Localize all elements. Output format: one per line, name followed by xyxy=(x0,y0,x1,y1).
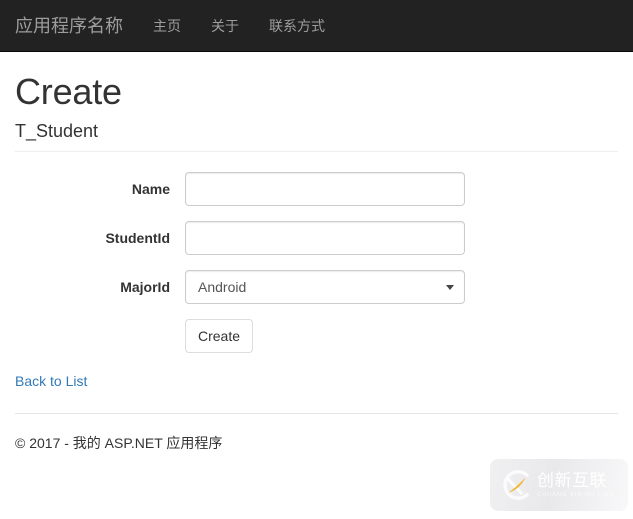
form-group-majorid: MajorId Android xyxy=(15,270,618,305)
back-link-wrapper: Back to List xyxy=(15,371,618,391)
field-col-majorid: Android xyxy=(185,270,465,305)
submit-col: Create xyxy=(185,319,254,354)
majorid-select[interactable]: Android xyxy=(185,270,465,305)
studentid-input[interactable] xyxy=(185,221,465,256)
watermark-logo: 创新互联 CHUANG XIN HU LIAN xyxy=(490,459,628,511)
nav-link-contact[interactable]: 联系方式 xyxy=(254,0,340,52)
header-divider xyxy=(15,151,618,153)
watermark-en-text: CHUANG XIN HU LIAN xyxy=(537,491,615,498)
form-group-studentid: StudentId xyxy=(15,221,618,256)
nav-link-home[interactable]: 主页 xyxy=(138,0,196,52)
create-student-form: Name StudentId MajorId Android Create xyxy=(15,172,618,354)
footer-copyright: © 2017 - 我的 ASP.NET 应用程序 xyxy=(15,435,223,452)
page-title: Create xyxy=(15,71,122,112)
watermark-cn-text: 创新互联 xyxy=(537,470,607,491)
page-subtitle: T_Student xyxy=(15,120,99,141)
majorid-select-wrapper: Android xyxy=(185,270,465,305)
field-col-name xyxy=(185,172,465,207)
watermark-text: 创新互联 CHUANG XIN HU LIAN xyxy=(537,470,615,499)
nav-link-about[interactable]: 关于 xyxy=(196,0,254,52)
form-group-name: Name xyxy=(15,172,618,207)
label-studentid: StudentId xyxy=(105,230,170,247)
navbar-menu: 主页 关于 联系方式 xyxy=(138,0,340,52)
label-name: Name xyxy=(131,181,170,198)
navbar-brand[interactable]: 应用程序名称 xyxy=(15,16,138,36)
form-group-submit: Create xyxy=(15,319,618,354)
back-to-list-link[interactable]: Back to List xyxy=(15,373,87,389)
nav-item-contact: 联系方式 xyxy=(254,0,340,52)
name-input[interactable] xyxy=(185,172,465,207)
main-container: Create T_Student Name StudentId MajorId … xyxy=(0,72,633,453)
create-submit-button[interactable]: Create xyxy=(185,319,254,354)
brand-mark-icon xyxy=(496,466,534,504)
label-majorid: MajorId xyxy=(120,279,170,296)
nav-item-home: 主页 xyxy=(138,0,196,52)
nav-item-about: 关于 xyxy=(196,0,254,52)
page-footer: © 2017 - 我的 ASP.NET 应用程序 xyxy=(15,413,618,453)
top-navbar: 应用程序名称 主页 关于 联系方式 xyxy=(0,0,633,52)
field-col-studentid xyxy=(185,221,465,256)
